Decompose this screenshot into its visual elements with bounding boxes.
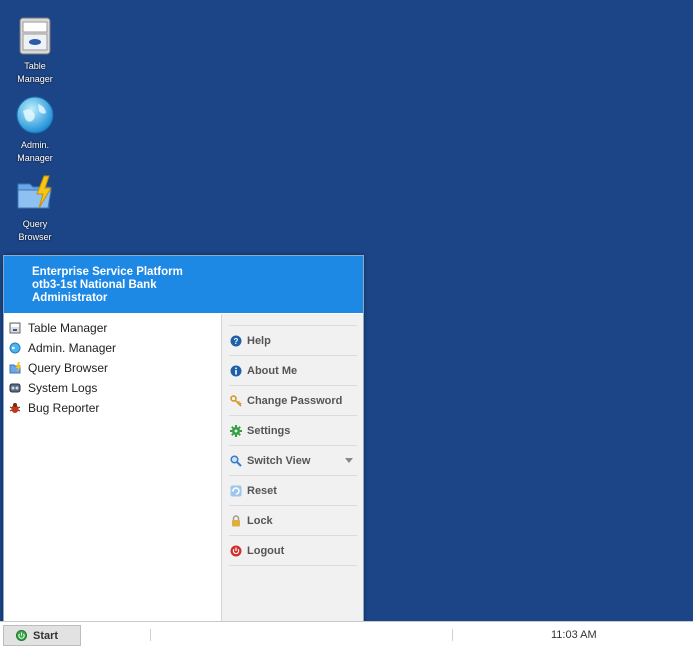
app-item-query-browser[interactable]: Query Browser — [4, 358, 221, 378]
taskbar-divider — [452, 629, 453, 641]
start-label: Start — [33, 629, 59, 642]
folder-lightning-icon — [15, 174, 55, 214]
table-icon — [9, 322, 21, 334]
about-me-button[interactable]: About Me — [229, 355, 357, 385]
logout-button[interactable]: Logout — [229, 535, 357, 566]
help-button[interactable]: ? Help — [229, 325, 357, 355]
folder-icon — [9, 362, 21, 374]
lock-button[interactable]: Lock — [229, 505, 357, 535]
reset-label: Reset — [247, 484, 277, 497]
desktop-icon-label: Table Manager — [17, 61, 53, 84]
info-icon — [230, 365, 242, 376]
magnifier-icon — [230, 454, 242, 467]
taskbar: Start 11:03 AM — [0, 621, 693, 650]
app-item-system-logs[interactable]: System Logs — [4, 378, 221, 398]
clock: 11:03 AM — [551, 629, 597, 641]
user-role: Administrator — [32, 292, 108, 304]
about-me-label: About Me — [247, 364, 298, 377]
desktop-icon-admin-manager[interactable]: Admin. Manager — [6, 95, 64, 165]
refresh-icon — [230, 485, 242, 496]
help-icon: ? — [230, 335, 242, 346]
key-icon — [230, 394, 242, 407]
taskbar-divider — [150, 629, 151, 641]
app-item-label: Query Browser — [28, 361, 109, 375]
table-manager-icon — [15, 16, 55, 56]
help-label: Help — [247, 334, 271, 347]
app-list: Table Manager Admin. Manager Query Brows… — [4, 314, 222, 625]
chevron-down-icon[interactable] — [345, 458, 353, 463]
app-item-label: System Logs — [28, 381, 98, 395]
start-menu: Enterprise Service Platform otb3-1st Nat… — [3, 255, 364, 626]
change-password-label: Change Password — [247, 394, 343, 407]
svg-text:?: ? — [234, 337, 239, 346]
bug-icon — [9, 403, 21, 413]
settings-button[interactable]: Settings — [229, 415, 357, 445]
desktop-icon-label: Query Browser — [18, 219, 52, 242]
logs-icon — [9, 383, 21, 393]
start-button[interactable]: Start — [3, 625, 81, 646]
app-item-table-manager[interactable]: Table Manager — [4, 318, 221, 338]
gear-icon — [230, 424, 242, 437]
reset-button[interactable]: Reset — [229, 475, 357, 505]
start-menu-header: Enterprise Service Platform otb3-1st Nat… — [4, 256, 363, 313]
desktop-icon-label: Admin. Manager — [17, 140, 53, 163]
lock-label: Lock — [247, 514, 273, 527]
desktop-icon-table-manager[interactable]: Table Manager — [6, 16, 64, 86]
change-password-button[interactable]: Change Password — [229, 385, 357, 415]
actions-pane: ? Help About Me Change Password Settings… — [222, 314, 363, 625]
power-icon — [230, 545, 242, 556]
logout-label: Logout — [247, 544, 285, 557]
organization-name: otb3-1st National Bank — [32, 279, 157, 291]
app-item-label: Table Manager — [28, 321, 108, 335]
lock-icon — [232, 514, 240, 526]
globe-icon — [9, 342, 21, 354]
app-item-admin-manager[interactable]: Admin. Manager — [4, 338, 221, 358]
start-icon — [16, 630, 27, 641]
settings-label: Settings — [247, 424, 291, 437]
desktop-icon-query-browser[interactable]: Query Browser — [6, 174, 64, 244]
app-item-label: Admin. Manager — [28, 341, 117, 355]
platform-title: Enterprise Service Platform — [32, 266, 183, 278]
app-item-bug-reporter[interactable]: Bug Reporter — [4, 398, 221, 418]
switch-view-button[interactable]: Switch View — [229, 445, 357, 475]
switch-view-label: Switch View — [247, 454, 311, 467]
app-item-label: Bug Reporter — [28, 401, 100, 415]
globe-icon — [15, 95, 55, 135]
